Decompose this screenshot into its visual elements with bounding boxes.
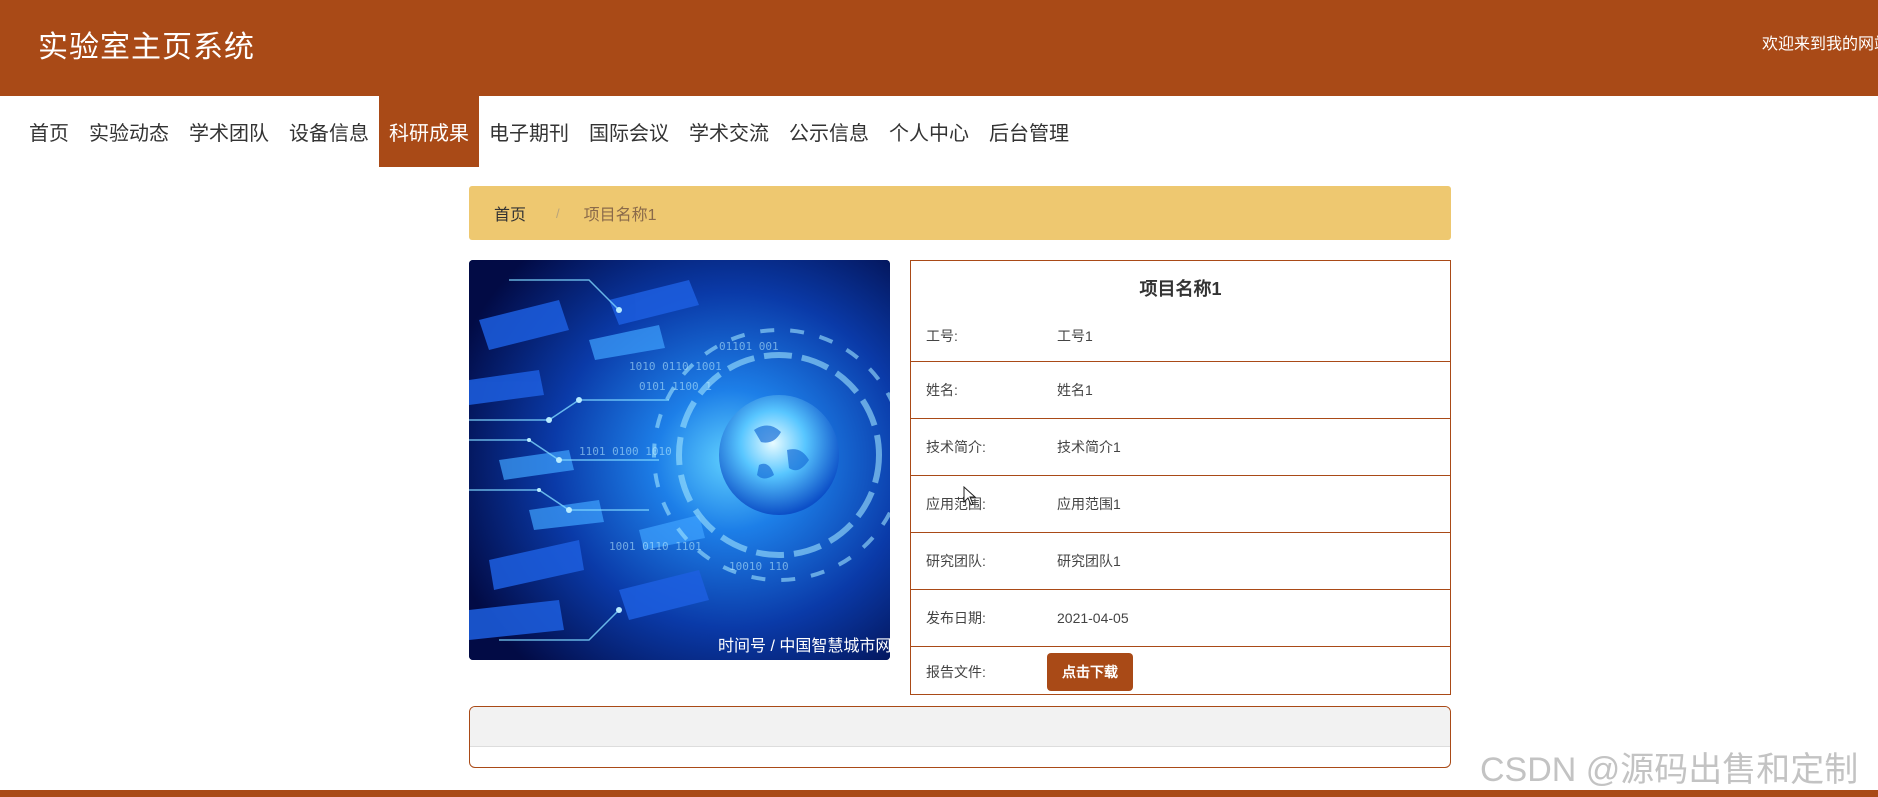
detail-row-name: 姓名: 姓名1 (911, 362, 1450, 419)
svg-text:1010 0110 1001: 1010 0110 1001 (629, 360, 722, 373)
breadcrumb: 首页 / 项目名称1 (469, 186, 1451, 240)
nav-item-admin[interactable]: 后台管理 (979, 96, 1079, 167)
detail-label: 报告文件: (926, 664, 986, 680)
detail-value: 姓名1 (1057, 382, 1093, 398)
mouse-cursor-icon (963, 486, 977, 506)
nav-item-announcements[interactable]: 公示信息 (779, 96, 879, 167)
image-caption: 时间号 / 中国智慧城市网 (718, 638, 890, 655)
breadcrumb-separator: / (556, 205, 560, 221)
bottom-panel (469, 706, 1451, 768)
breadcrumb-home-link[interactable]: 首页 (494, 201, 526, 225)
nav-item-equipment[interactable]: 设备信息 (279, 96, 379, 167)
detail-value: 技术简介1 (1057, 439, 1121, 455)
detail-row-employee-id: 工号: 工号1 (911, 311, 1450, 362)
nav-item-journals[interactable]: 电子期刊 (479, 96, 579, 167)
svg-text:1001 0110 1101: 1001 0110 1101 (609, 540, 702, 553)
detail-value: 2021-04-05 (1057, 610, 1129, 626)
footer-bar (0, 790, 1878, 797)
svg-text:10010 110: 10010 110 (729, 560, 789, 573)
project-detail-card: 项目名称1 工号: 工号1 姓名: 姓名1 技术简介: 技术简介1 应用范围: … (910, 260, 1451, 695)
panel-header (470, 707, 1450, 747)
project-title: 项目名称1 (1139, 279, 1222, 299)
welcome-text: 欢迎来到我的网站 (1762, 36, 1878, 53)
detail-value: 研究团队1 (1057, 553, 1121, 569)
detail-label: 研究团队: (926, 553, 986, 569)
detail-label: 发布日期: (926, 610, 986, 626)
detail-row-publish-date: 发布日期: 2021-04-05 (911, 590, 1450, 647)
nav-item-home[interactable]: 首页 (0, 96, 79, 167)
nav-item-conferences[interactable]: 国际会议 (579, 96, 679, 167)
download-button[interactable]: 点击下载 (1047, 653, 1133, 691)
detail-value: 应用范围1 (1057, 496, 1121, 512)
detail-row-application-scope: 应用范围: 应用范围1 (911, 476, 1450, 533)
svg-text:01101 001: 01101 001 (719, 340, 779, 353)
detail-row-tech-intro: 技术简介: 技术简介1 (911, 419, 1450, 476)
watermark: CSDN @源码出售和定制 (1480, 751, 1859, 789)
project-image: 1010 0110 1001 0101 1100 1 1101 0100 101… (469, 260, 890, 660)
site-title: 实验室主页系统 (38, 31, 255, 64)
nav-item-research-results[interactable]: 科研成果 (379, 96, 479, 167)
detail-row-research-team: 研究团队: 研究团队1 (911, 533, 1450, 590)
detail-value: 工号1 (1057, 328, 1093, 344)
svg-text:1101 0100 1010: 1101 0100 1010 (579, 445, 672, 458)
nav-item-exchange[interactable]: 学术交流 (679, 96, 779, 167)
nav-item-lab-news[interactable]: 实验动态 (79, 96, 179, 167)
main-nav: 首页 实验动态 学术团队 设备信息 科研成果 电子期刊 国际会议 学术交流 公示… (0, 96, 1079, 167)
detail-label: 工号: (926, 328, 958, 344)
top-header: 实验室主页系统 欢迎来到我的网站 (0, 0, 1878, 96)
nav-item-academic-team[interactable]: 学术团队 (179, 96, 279, 167)
detail-row-report-file: 报告文件: 点击下载 (911, 647, 1450, 697)
nav-item-personal-center[interactable]: 个人中心 (879, 96, 979, 167)
tech-globe-illustration: 1010 0110 1001 0101 1100 1 1101 0100 101… (469, 260, 890, 660)
detail-label: 应用范围: (926, 496, 986, 512)
breadcrumb-current: 项目名称1 (583, 207, 657, 224)
detail-value: 点击下载 (1047, 653, 1450, 691)
detail-label: 技术简介: (926, 439, 986, 455)
svg-text:0101 1100 1: 0101 1100 1 (639, 380, 712, 393)
detail-label: 姓名: (926, 382, 958, 398)
